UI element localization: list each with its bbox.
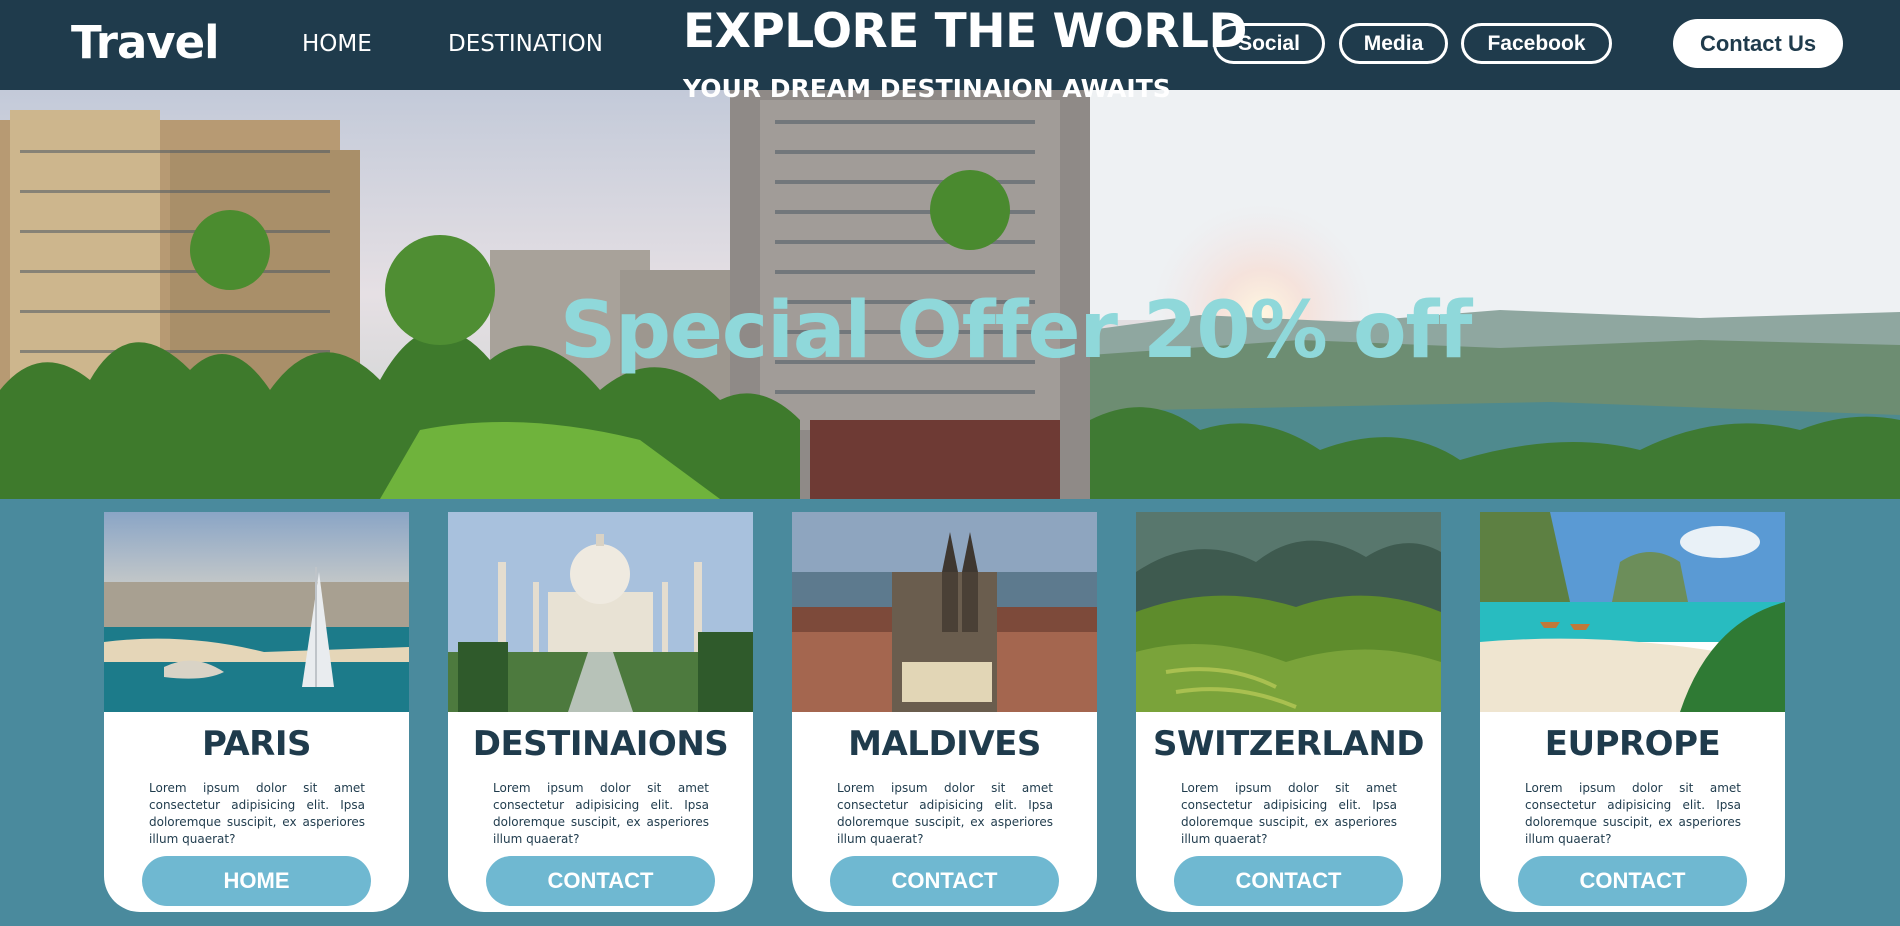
facebook-button[interactable]: Facebook [1461, 23, 1612, 64]
media-button[interactable]: Media [1339, 23, 1448, 64]
card-contact-button[interactable]: CONTACT [1174, 856, 1403, 906]
special-offer-text: Special Offer 20% off [560, 286, 1472, 376]
destination-card-maldives: MALDIVES Lorem ipsum dolor sit amet cons… [792, 512, 1097, 912]
card-title: EUPROPE [1544, 724, 1721, 764]
nav-link-destination[interactable]: DESTINATION [448, 31, 603, 57]
paris-card-image [104, 512, 409, 712]
card-home-button[interactable]: HOME [142, 856, 371, 906]
destination-card-switzerland: SWITZERLAND Lorem ipsum dolor sit amet c… [1136, 512, 1441, 912]
destination-card-paris: PARIS Lorem ipsum dolor sit amet consect… [104, 512, 409, 912]
card-title: PARIS [202, 724, 311, 764]
social-button[interactable]: Social [1213, 23, 1325, 64]
card-contact-button[interactable]: CONTACT [830, 856, 1059, 906]
card-description: Lorem ipsum dolor sit amet consectetur a… [837, 781, 1053, 846]
contact-us-button[interactable]: Contact Us [1673, 19, 1843, 68]
europe-card-image [1480, 512, 1785, 712]
card-description: Lorem ipsum dolor sit amet consectetur a… [1525, 781, 1741, 846]
destination-card-destinaions: DESTINAIONS Lorem ipsum dolor sit amet c… [448, 512, 753, 912]
destination-card-eupr0pe: EUPROPE Lorem ipsum dolor sit amet conse… [1480, 512, 1785, 912]
card-contact-button[interactable]: CONTACT [1518, 856, 1747, 906]
taj-mahal-card-image [448, 512, 753, 712]
page-subtitle: YOUR DREAM DESTINAION AWAITS [683, 74, 1171, 103]
card-description: Lorem ipsum dolor sit amet consectetur a… [149, 781, 365, 846]
nav-link-home[interactable]: HOME [302, 31, 372, 57]
card-contact-button[interactable]: CONTACT [486, 856, 715, 906]
card-description: Lorem ipsum dolor sit amet consectetur a… [1181, 781, 1397, 846]
card-description: Lorem ipsum dolor sit amet consectetur a… [493, 781, 709, 846]
card-title: DESTINAIONS [472, 724, 729, 764]
card-title: SWITZERLAND [1152, 724, 1425, 764]
maldives-card-image [792, 512, 1097, 712]
switzerland-card-image [1136, 512, 1441, 712]
page-title: EXPLORE THE WORLD [683, 4, 1248, 59]
site-logo[interactable]: Travel [71, 16, 220, 69]
card-title: MALDIVES [848, 724, 1041, 764]
hero-banner: Special Offer 20% off [0, 90, 1900, 499]
